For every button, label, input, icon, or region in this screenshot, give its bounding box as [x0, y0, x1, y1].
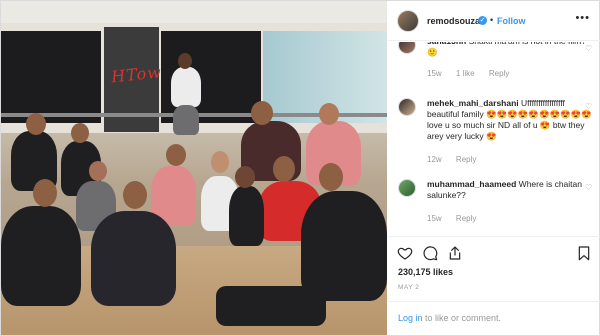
person-head [26, 113, 46, 135]
reply-button[interactable]: Reply [456, 155, 476, 164]
post-header: remodsouza ✓ • Follow ••• [388, 1, 600, 41]
comment-likes[interactable]: 1 like [456, 69, 475, 78]
person [1, 206, 81, 306]
comment-icon[interactable] [422, 245, 438, 261]
person [91, 211, 176, 306]
comment-username[interactable]: mehek_mahi_darshani [427, 98, 519, 108]
comment-username[interactable]: muhammad_haameed [427, 179, 516, 189]
person [171, 67, 201, 107]
person-head [211, 151, 229, 173]
separator-dot: • [490, 15, 494, 25]
person-head [89, 161, 107, 181]
comment-meta: 15w 1 like Reply [427, 69, 521, 78]
comment-age[interactable]: 12w [427, 155, 442, 164]
heart-icon[interactable]: ♡ [585, 44, 593, 53]
person-head [273, 156, 295, 182]
author-username[interactable]: remodsouza [427, 16, 480, 26]
comment-username[interactable]: sana13nn [427, 42, 466, 46]
comment-body: muhammad_haameed Where is chaitan salunk… [427, 179, 592, 201]
comment-age[interactable]: 15w [427, 69, 442, 78]
more-dots-icon[interactable]: ••• [575, 12, 590, 24]
curtain [1, 31, 101, 123]
post-date[interactable]: MAY 2 [398, 284, 419, 291]
avatar[interactable] [398, 179, 416, 197]
person [173, 105, 199, 135]
verified-badge-icon: ✓ [478, 16, 487, 25]
avatar[interactable] [398, 42, 416, 54]
comment-meta: 15w Reply [427, 214, 488, 223]
login-prompt: Log in to like or comment. [398, 313, 501, 323]
person-head [71, 123, 89, 143]
avatar[interactable] [397, 10, 419, 32]
person-head [33, 179, 57, 207]
comment-age[interactable]: 15w [427, 214, 442, 223]
action-bar [388, 236, 600, 264]
login-rest-text: to like or comment. [422, 313, 502, 323]
share-icon[interactable] [447, 245, 463, 261]
person [301, 191, 387, 301]
likes-count[interactable]: 230,175 likes [398, 267, 453, 277]
person-head [251, 101, 273, 125]
post-photo[interactable]: HTown Dance [1, 1, 387, 335]
person-head [235, 166, 255, 188]
person-head [319, 103, 339, 125]
heart-icon[interactable]: ♡ [585, 102, 593, 111]
legs [216, 286, 326, 326]
ceiling [1, 1, 387, 23]
comments-list[interactable]: sana13nn Shakti ma'am is not in the film… [388, 42, 600, 235]
reply-button[interactable]: Reply [456, 214, 476, 223]
follow-button[interactable]: Follow [497, 16, 526, 26]
avatar[interactable] [398, 98, 416, 116]
comment-body: sana13nn Shakti ma'am is not in the film… [427, 42, 592, 58]
person-head [319, 163, 343, 191]
person-head [123, 181, 147, 209]
reply-button[interactable]: Reply [489, 69, 509, 78]
post-side-panel: remodsouza ✓ • Follow ••• sana13nn Shakt… [388, 1, 600, 335]
login-link[interactable]: Log in [398, 313, 423, 323]
login-bar: Log in to like or comment. [388, 301, 600, 335]
person-head [178, 53, 192, 69]
heart-icon[interactable]: ♡ [585, 183, 593, 192]
comment-meta: 12w Reply [427, 155, 488, 164]
instagram-post: HTown Dance [0, 0, 600, 336]
person-head [166, 144, 186, 166]
comment-body: mehek_mahi_darshani Ufffffffffffffffff b… [427, 98, 592, 142]
person [229, 186, 264, 246]
heart-icon[interactable] [397, 245, 413, 261]
bookmark-icon[interactable] [576, 245, 592, 261]
